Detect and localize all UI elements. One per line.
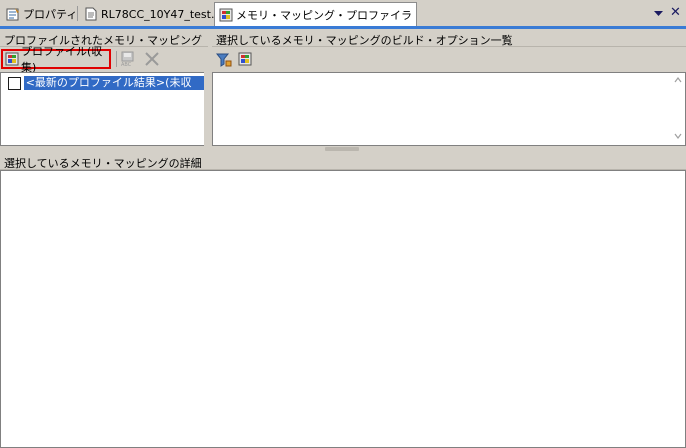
filter-icon[interactable] xyxy=(216,52,232,68)
properties-icon xyxy=(6,8,19,21)
list-item[interactable]: <最新のプロファイル結果>(未収集) xyxy=(8,76,204,103)
memory-profiler-icon xyxy=(219,8,233,21)
item-checkbox[interactable] xyxy=(8,76,21,90)
scroll-down-icon[interactable] xyxy=(674,133,682,139)
profile-collect-button[interactable]: プロファイル(収集) xyxy=(1,45,111,74)
list-item-label[interactable]: <最新のプロファイル結果>(未収集) xyxy=(23,76,204,103)
document-tab-bar: プロパティ RL78CC_10Y47_test.c メモリ・マッピング・プロファ… xyxy=(0,0,686,26)
tab-label: RL78CC_10Y47_test.c xyxy=(101,7,221,21)
tab-properties[interactable]: プロパティ xyxy=(2,3,81,25)
close-icon[interactable]: ✕ xyxy=(670,6,682,20)
save-as-file-icon[interactable]: ABC xyxy=(121,51,135,67)
c-file-icon xyxy=(85,7,97,21)
profiled-mappings-list: <最新のプロファイル結果>(未収集) xyxy=(0,72,205,146)
tab-source-file[interactable]: RL78CC_10Y47_test.c xyxy=(80,3,225,25)
splitter-grip[interactable] xyxy=(325,147,359,151)
scroll-up-icon[interactable] xyxy=(674,77,682,83)
memory-profiler-icon[interactable] xyxy=(238,52,252,66)
tab-separator xyxy=(77,6,78,21)
right-toolbar xyxy=(212,47,686,72)
profile-button-label: プロファイル(収集) xyxy=(21,45,103,74)
toolbar-separator xyxy=(116,51,117,67)
chevron-down-icon[interactable] xyxy=(653,8,664,18)
svg-text:ABC: ABC xyxy=(121,62,132,67)
mapping-details-area xyxy=(0,170,686,448)
tab-label: メモリ・マッピング・プロファイラ xyxy=(236,8,412,22)
build-options-header: 選択しているメモリ・マッピングのビルド・オプション一覧 xyxy=(212,29,686,47)
memory-profiler-icon xyxy=(5,52,19,66)
delete-icon[interactable] xyxy=(144,51,160,67)
vertical-scrollbar[interactable] xyxy=(671,73,685,145)
mapping-details-header: 選択しているメモリ・マッピングの詳細 xyxy=(0,152,686,170)
left-toolbar: プロファイル(収集) ABC xyxy=(0,45,208,74)
tab-label: プロパティ xyxy=(23,8,78,21)
build-options-list xyxy=(212,72,686,146)
tab-memory-mapping-profiler[interactable]: メモリ・マッピング・プロファイラ xyxy=(214,2,417,26)
